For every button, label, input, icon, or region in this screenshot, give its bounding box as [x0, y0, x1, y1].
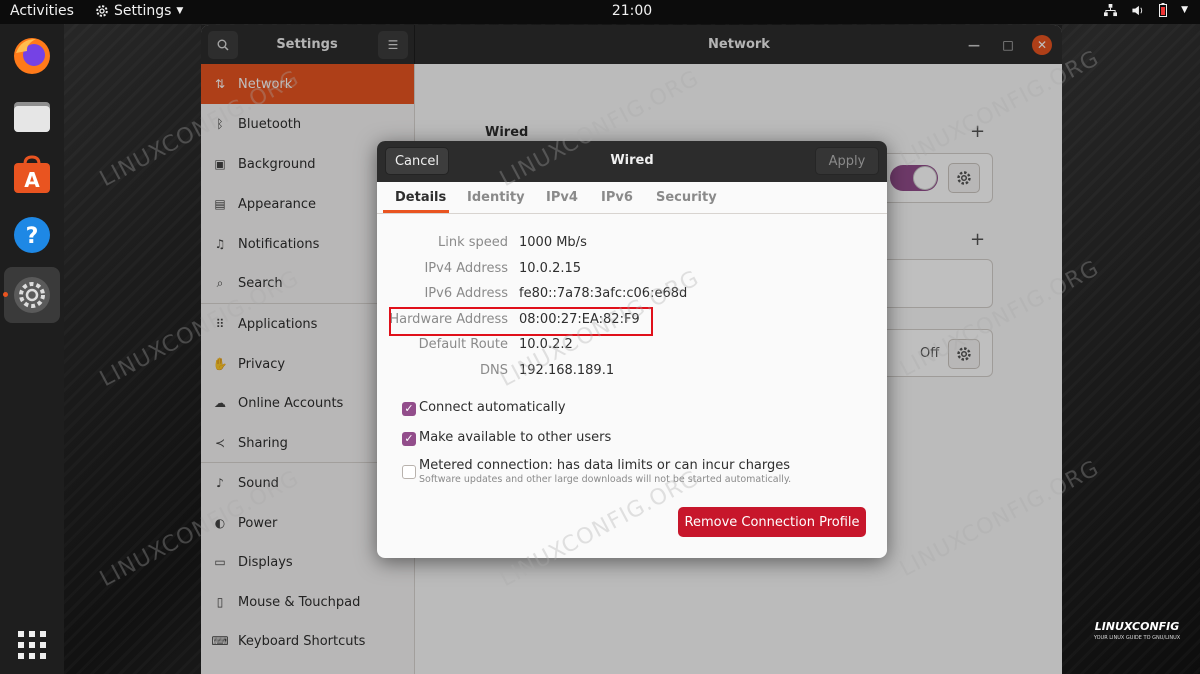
dialog-title: Wired: [610, 153, 654, 168]
svg-text:YOUR LINUX GUIDE TO GNU/LINUX: YOUR LINUX GUIDE TO GNU/LINUX: [1093, 635, 1181, 641]
chevron-down-icon: ▼: [1181, 5, 1188, 15]
battery-icon: [1159, 3, 1168, 17]
apply-button[interactable]: Apply: [815, 147, 879, 175]
detail-value: 10.0.2.2: [519, 337, 573, 352]
connect-automatically-checkbox[interactable]: ✓: [402, 402, 416, 416]
volume-icon: [1132, 5, 1143, 15]
available-to-others-label: Make available to other users: [419, 430, 612, 445]
svg-text:?: ?: [26, 224, 39, 249]
detail-row-ipv4: IPv4 Address 10.0.2.15: [377, 261, 887, 281]
dock-settings[interactable]: [4, 267, 60, 323]
svg-text:A: A: [24, 168, 40, 192]
svg-text:LINUXCONFIG: LINUXCONFIG: [1095, 620, 1180, 633]
detail-row-dns: DNS 192.168.189.1: [377, 363, 887, 383]
detail-key: IPv4 Address: [424, 261, 508, 276]
metered-connection-hint: Software updates and other large downloa…: [419, 474, 792, 485]
show-apps-icon: [18, 631, 46, 659]
software-icon: A: [14, 155, 50, 193]
detail-row-default-route: Default Route 10.0.2.2: [377, 337, 887, 357]
tab-details[interactable]: Details: [395, 190, 446, 205]
dialog-header: Cancel Wired Apply: [377, 141, 887, 182]
wired-dialog: Cancel Wired Apply Details Identity IPv4…: [377, 141, 887, 558]
dock-help[interactable]: ?: [4, 207, 60, 263]
detail-key: DNS: [480, 363, 508, 378]
detail-value: 192.168.189.1: [519, 363, 615, 378]
connect-automatically-label: Connect automatically: [419, 400, 566, 415]
dock: A ?: [0, 24, 64, 674]
detail-key: Link speed: [437, 235, 508, 250]
dock-software[interactable]: A: [4, 147, 60, 203]
metered-connection-checkbox[interactable]: [402, 465, 416, 479]
settings-icon: [14, 277, 50, 313]
cancel-button[interactable]: Cancel: [385, 147, 449, 175]
detail-key: Default Route: [418, 337, 508, 352]
tab-ipv4[interactable]: IPv4: [546, 190, 578, 205]
top-bar: Activities Settings ▼ 21:00 ▼: [0, 0, 1200, 24]
detail-key: IPv6 Address: [424, 286, 508, 301]
dock-show-apps[interactable]: [4, 617, 60, 673]
detail-row-ipv6: IPv6 Address fe80::7a78:3afc:c06:e68d: [377, 286, 887, 306]
metered-connection-label: Metered connection: has data limits or c…: [419, 458, 791, 473]
firefox-icon: [14, 38, 50, 74]
linuxconfig-logo: LINUXCONFIG YOUR LINUX GUIDE TO GNU/LINU…: [1093, 620, 1181, 641]
dock-firefox[interactable]: [4, 28, 60, 84]
running-indicator: [3, 292, 8, 297]
system-tray[interactable]: ▼: [1104, 3, 1188, 17]
remove-connection-profile-button[interactable]: Remove Connection Profile: [678, 507, 866, 537]
active-tab-indicator: [383, 210, 449, 213]
detail-value: 1000 Mb/s: [519, 235, 587, 250]
network-wired-icon: [1104, 3, 1118, 16]
detail-value: fe80::7a78:3afc:c06:e68d: [519, 286, 688, 301]
help-icon: ?: [14, 217, 50, 253]
detail-value: 10.0.2.15: [519, 261, 582, 276]
tab-security[interactable]: Security: [656, 190, 717, 205]
tab-ipv6[interactable]: IPv6: [601, 190, 633, 205]
available-to-others-checkbox[interactable]: ✓: [402, 432, 416, 446]
clock[interactable]: 21:00: [0, 3, 1200, 19]
highlight-box: [389, 307, 653, 336]
detail-row-link-speed: Link speed 1000 Mb/s: [377, 235, 887, 255]
dock-files[interactable]: [4, 88, 60, 144]
dialog-tabs: Details Identity IPv4 IPv6 Security: [377, 182, 887, 214]
tab-identity[interactable]: Identity: [467, 190, 525, 205]
files-icon: [14, 102, 50, 132]
